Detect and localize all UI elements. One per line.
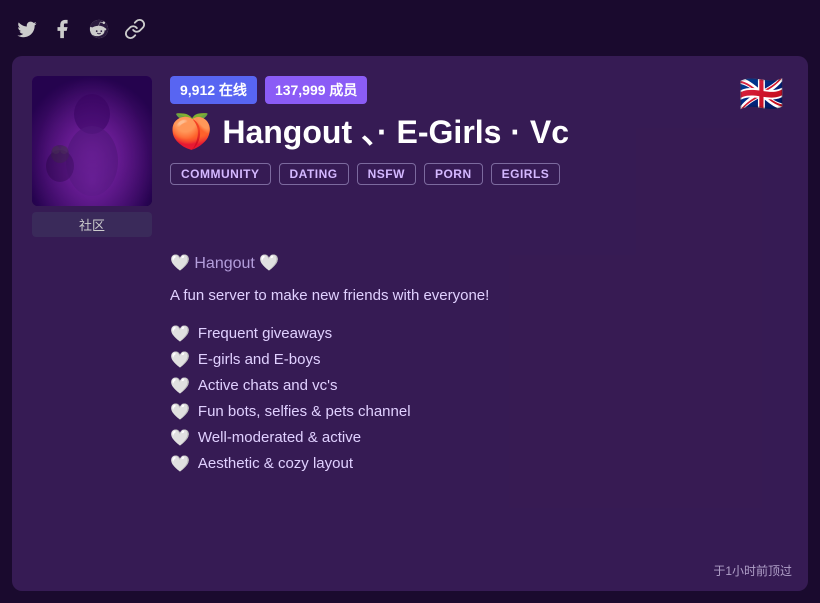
server-name: Hangout 、· E-Girls · Vc (222, 115, 569, 150)
list-item: 🤍 Fun bots, selfies & pets channel (170, 402, 784, 422)
feature-text: Well-moderated & active (198, 429, 361, 446)
online-badge: 9,912 在线 (170, 76, 257, 104)
stats-row: 9,912 在线 137,999 成员 (170, 76, 784, 104)
social-bar (12, 12, 808, 56)
heart-icon-3: 🤍 (170, 376, 190, 396)
list-item: 🤍 Aesthetic & cozy layout (170, 454, 784, 474)
flag-icon: 🇬🇧 (739, 76, 784, 112)
link-icon[interactable] (124, 18, 146, 46)
feature-text: Active chats and vc's (198, 377, 338, 394)
heart-icon-5: 🤍 (170, 428, 190, 448)
twitter-icon[interactable] (16, 18, 38, 46)
list-item: 🤍 E-girls and E-boys (170, 350, 784, 370)
feature-text: E-girls and E-boys (198, 351, 321, 368)
card-top: 社区 9,912 在线 137,999 成员 🍑 Hangout 、· E-Gi… (32, 76, 784, 237)
list-item: 🤍 Active chats and vc's (170, 376, 784, 396)
heart-icon-2: 🤍 (170, 350, 190, 370)
heart-icon-6: 🤍 (170, 454, 190, 474)
heart-icon-4: 🤍 (170, 402, 190, 422)
features-list: 🤍 Frequent giveaways 🤍 E-girls and E-boy… (170, 324, 784, 474)
tag-egirls[interactable]: EGIRLS (491, 163, 561, 185)
peach-emoji: 🍑 (170, 114, 212, 151)
tags-row: COMMUNITY DATING NSFW PORN EGIRLS (170, 163, 784, 185)
tag-nsfw[interactable]: NSFW (357, 163, 416, 185)
feature-text: Frequent giveaways (198, 325, 332, 342)
card-info: 9,912 在线 137,999 成员 🍑 Hangout 、· E-Girls… (170, 76, 784, 185)
avatar-block: 社区 (32, 76, 152, 237)
server-title: 🍑 Hangout 、· E-Girls · Vc (170, 114, 784, 151)
tag-porn[interactable]: PORN (424, 163, 483, 185)
list-item: 🤍 Well-moderated & active (170, 428, 784, 448)
tag-community[interactable]: COMMUNITY (170, 163, 271, 185)
page-wrapper: 🇬🇧 (0, 0, 820, 603)
feature-text: Fun bots, selfies & pets channel (198, 403, 411, 420)
server-description: A fun server to make new friends with ev… (170, 285, 784, 308)
reddit-icon[interactable] (88, 18, 110, 46)
hangout-line: 🤍 Hangout 🤍 (170, 253, 784, 273)
member-badge: 137,999 成员 (265, 76, 368, 104)
card-body: 🤍 Hangout 🤍 A fun server to make new fri… (32, 251, 784, 474)
heart-icon-1: 🤍 (170, 324, 190, 344)
list-item: 🤍 Frequent giveaways (170, 324, 784, 344)
facebook-icon[interactable] (52, 18, 74, 46)
timestamp: 于1小时前顶过 (713, 562, 792, 579)
tag-dating[interactable]: DATING (279, 163, 349, 185)
avatar-label: 社区 (32, 212, 152, 237)
avatar (32, 76, 152, 206)
server-card: 🇬🇧 (12, 56, 808, 591)
feature-text: Aesthetic & cozy layout (198, 455, 353, 472)
